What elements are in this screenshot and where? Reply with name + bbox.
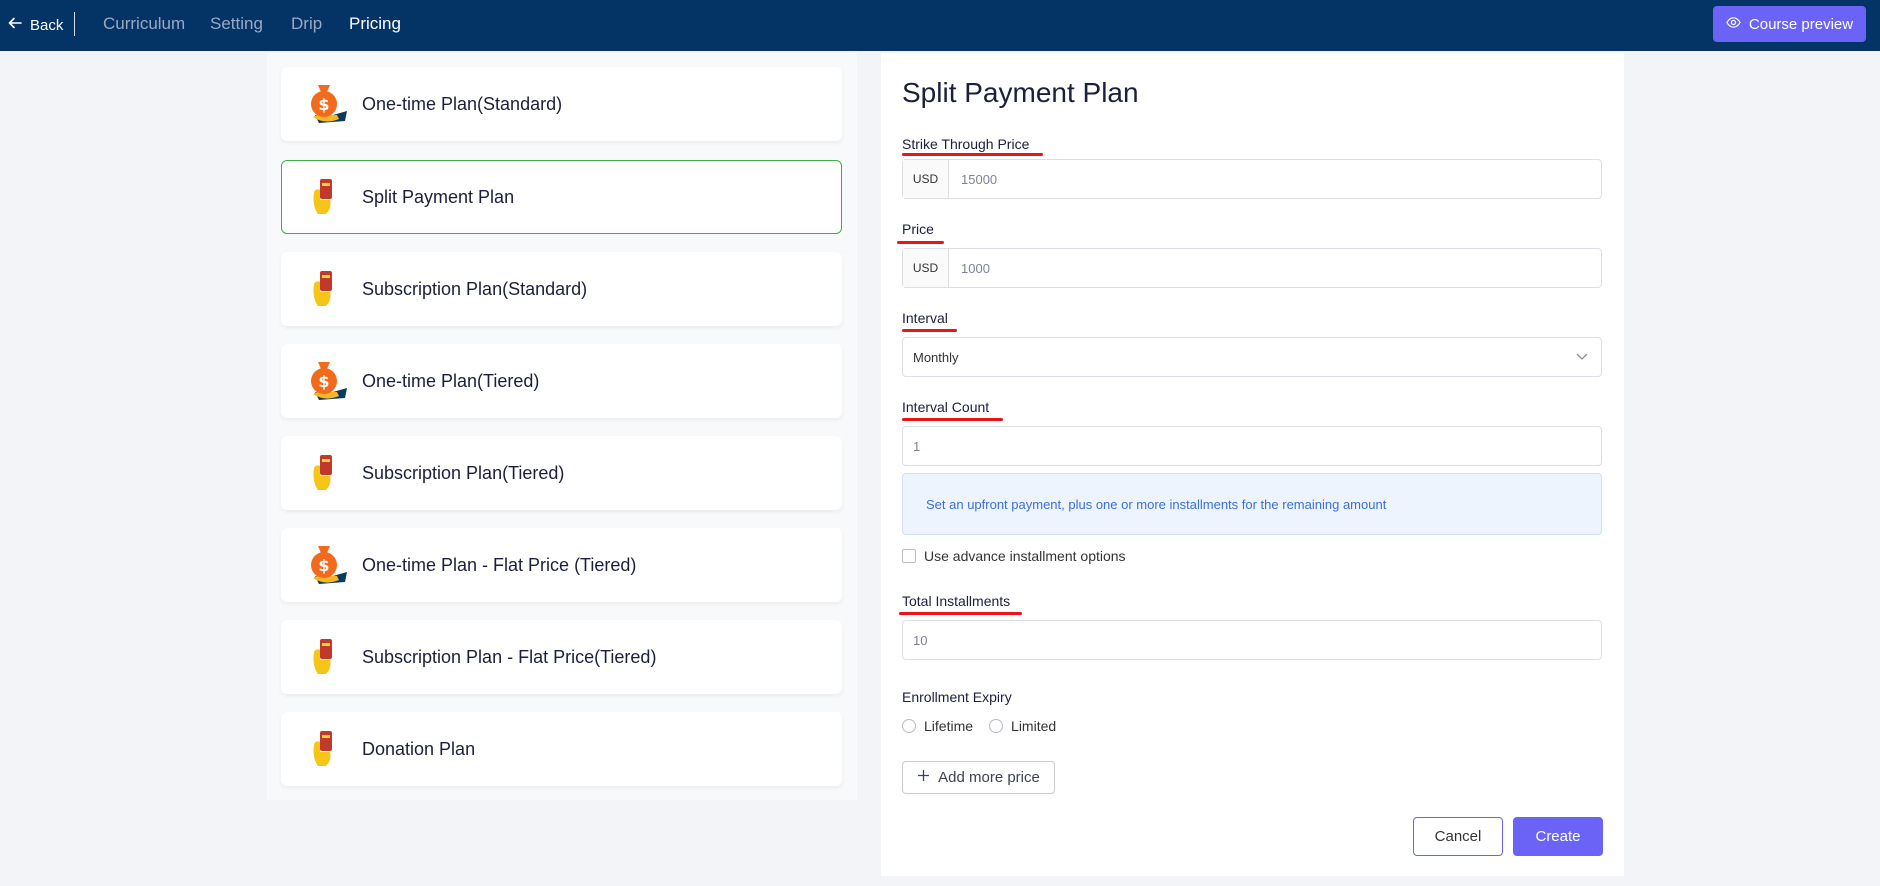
plan-card-one-time-standard[interactable]: $ One-time Plan(Standard) bbox=[281, 67, 842, 141]
chevron-down-icon bbox=[1575, 349, 1589, 366]
info-text: Set an upfront payment, plus one or more… bbox=[926, 496, 1387, 512]
annotation-underline bbox=[902, 153, 1043, 156]
plan-card-subscription-standard[interactable]: Subscription Plan(Standard) bbox=[281, 252, 842, 326]
strike-price-label: Strike Through Price bbox=[902, 136, 1030, 152]
form-title: Split Payment Plan bbox=[902, 77, 1139, 108]
radio-button[interactable] bbox=[989, 719, 1004, 733]
annotation-underline bbox=[897, 241, 944, 244]
info-alert: Set an upfront payment, plus one or more… bbox=[902, 473, 1602, 535]
radio-label: Limited bbox=[1011, 718, 1057, 734]
back-button[interactable]: Back bbox=[8, 14, 63, 36]
plus-icon bbox=[917, 769, 930, 786]
price-input[interactable]: USD 1000 bbox=[902, 248, 1602, 288]
tab-pricing[interactable]: Pricing bbox=[349, 14, 401, 34]
interval-count-label: Interval Count bbox=[902, 399, 990, 415]
annotation-underline bbox=[902, 418, 1003, 421]
plan-card-one-time-flat-tiered[interactable]: $ One-time Plan - Flat Price (Tiered) bbox=[281, 528, 842, 602]
divider bbox=[74, 12, 75, 36]
plan-card-one-time-tiered[interactable]: $ One-time Plan(Tiered) bbox=[281, 344, 842, 418]
plan-label: One-time Plan(Tiered) bbox=[362, 370, 540, 391]
money-bag-icon: $ bbox=[294, 540, 354, 590]
card-hand-icon bbox=[294, 448, 354, 498]
strike-price-input[interactable]: USD 15000 bbox=[902, 159, 1602, 199]
annotation-underline bbox=[899, 612, 1022, 615]
card-hand-icon bbox=[294, 264, 354, 314]
plan-label: One-time Plan - Flat Price (Tiered) bbox=[362, 554, 637, 575]
plan-list: $ One-time Plan(Standard) Split Payment … bbox=[267, 53, 857, 800]
arrow-left-icon bbox=[8, 16, 22, 34]
plan-label: One-time Plan(Standard) bbox=[362, 93, 563, 114]
add-more-price-button[interactable]: Add more price bbox=[902, 761, 1055, 794]
money-bag-icon: $ bbox=[294, 79, 354, 129]
plan-label: Donation Plan bbox=[362, 738, 476, 759]
course-preview-button[interactable]: Course preview bbox=[1713, 6, 1866, 42]
card-hand-icon bbox=[294, 724, 354, 774]
enrollment-expiry-label: Enrollment Expiry bbox=[902, 689, 1012, 705]
price-label: Price bbox=[902, 221, 934, 237]
svg-text:$: $ bbox=[318, 95, 329, 114]
expiry-radio-group: Lifetime Limited bbox=[902, 718, 1064, 734]
course-preview-label: Course preview bbox=[1748, 15, 1854, 33]
add-more-price-label: Add more price bbox=[938, 769, 1040, 786]
annotation-underline bbox=[902, 329, 957, 332]
tab-drip[interactable]: Drip bbox=[291, 14, 322, 34]
price-value[interactable]: 1000 bbox=[949, 249, 1601, 287]
currency-addon: USD bbox=[903, 249, 949, 287]
interval-label: Interval bbox=[902, 310, 948, 326]
plan-label: Subscription Plan(Tiered) bbox=[362, 462, 565, 483]
interval-count-value[interactable]: 1 bbox=[903, 427, 1601, 465]
money-bag-icon: $ bbox=[294, 356, 354, 406]
total-installments-input[interactable]: 10 bbox=[902, 620, 1602, 660]
card-hand-icon bbox=[294, 632, 354, 682]
cancel-button[interactable]: Cancel bbox=[1413, 817, 1503, 856]
tab-setting[interactable]: Setting bbox=[210, 14, 263, 34]
top-bar: Back Curriculum Setting Drip Pricing Cou… bbox=[0, 0, 1880, 51]
eye-icon bbox=[1726, 15, 1741, 34]
card-hand-icon bbox=[294, 172, 354, 222]
strike-price-value[interactable]: 15000 bbox=[949, 160, 1601, 198]
interval-value: Monthly bbox=[913, 349, 959, 365]
plan-card-subscription-flat-tiered[interactable]: Subscription Plan - Flat Price(Tiered) bbox=[281, 620, 842, 694]
radio-label: Lifetime bbox=[924, 718, 974, 734]
plan-form: Split Payment Plan Strike Through Price … bbox=[881, 53, 1624, 876]
radio-lifetime[interactable]: Lifetime bbox=[902, 718, 973, 734]
radio-button[interactable] bbox=[902, 719, 916, 733]
plan-card-donation[interactable]: Donation Plan bbox=[281, 712, 842, 786]
total-installments-label: Total Installments bbox=[902, 593, 1011, 609]
checkbox[interactable] bbox=[902, 549, 916, 563]
radio-limited[interactable]: Limited bbox=[989, 718, 1056, 734]
create-button[interactable]: Create bbox=[1513, 817, 1603, 856]
plan-label: Subscription Plan(Standard) bbox=[362, 278, 588, 299]
total-installments-value[interactable]: 10 bbox=[903, 621, 1601, 659]
svg-text:$: $ bbox=[318, 556, 329, 575]
plan-label: Split Payment Plan bbox=[362, 186, 515, 207]
checkbox-label: Use advance installment options bbox=[924, 548, 1126, 564]
currency-addon: USD bbox=[903, 160, 949, 198]
tab-curriculum[interactable]: Curriculum bbox=[103, 14, 185, 34]
back-label: Back bbox=[30, 16, 64, 34]
plan-card-split-payment[interactable]: Split Payment Plan bbox=[281, 160, 842, 234]
interval-select[interactable]: Monthly bbox=[902, 337, 1602, 377]
interval-count-input[interactable]: 1 bbox=[902, 426, 1602, 466]
advance-installment-checkbox[interactable]: Use advance installment options bbox=[902, 548, 1126, 564]
svg-text:$: $ bbox=[318, 372, 329, 391]
plan-label: Subscription Plan - Flat Price(Tiered) bbox=[362, 646, 657, 667]
plan-card-subscription-tiered[interactable]: Subscription Plan(Tiered) bbox=[281, 436, 842, 510]
